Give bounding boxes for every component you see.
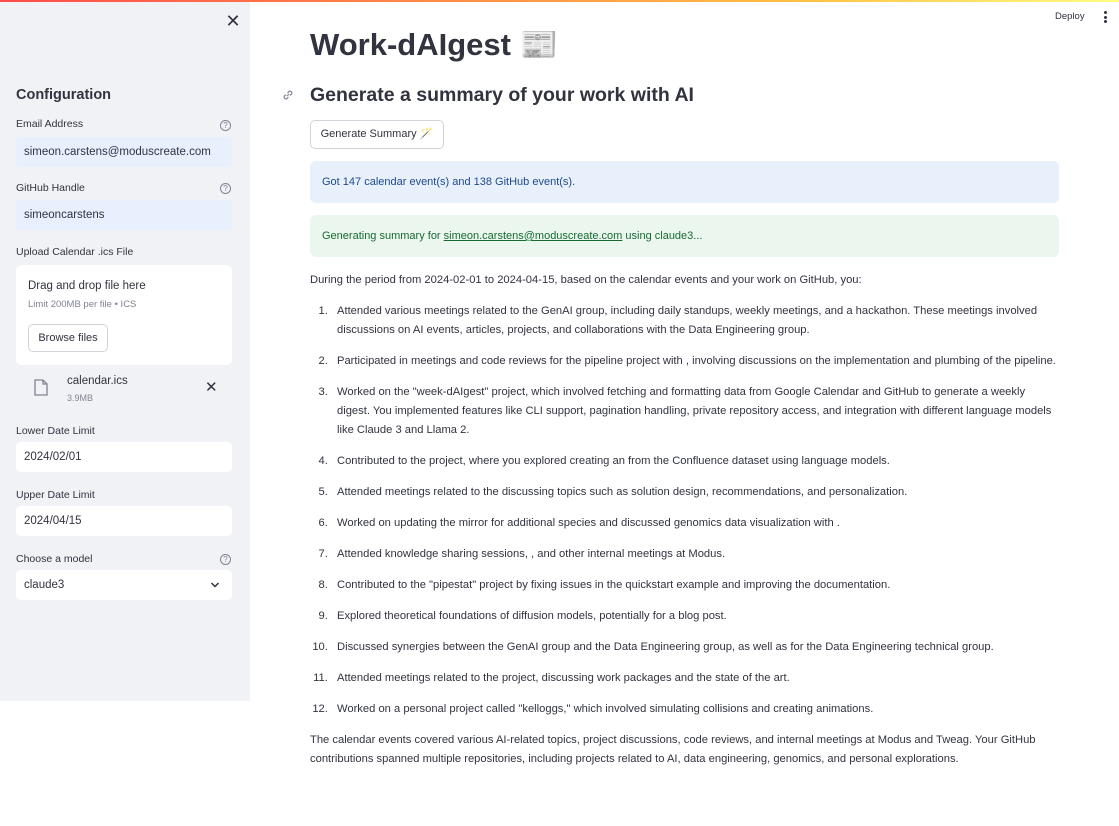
lower-date-label: Lower Date Limit: [16, 425, 95, 437]
list-item: Worked on updating the mirror for additi…: [331, 514, 1059, 533]
page-title: Work-dAIgest 📰: [310, 27, 559, 62]
email-field[interactable]: simeon.carstens@moduscreate.com: [16, 137, 232, 167]
file-dropzone[interactable]: Drag and drop file here Limit 200MB per …: [16, 265, 232, 365]
list-item: Attended meetings related to the discuss…: [331, 483, 1059, 502]
upper-date-label: Upper Date Limit: [16, 489, 95, 501]
list-item: Attended knowledge sharing sessions, , a…: [331, 545, 1059, 564]
sidebar: ✕ Configuration Email Address ? simeon.c…: [0, 2, 250, 701]
model-label: Choose a model: [16, 553, 93, 565]
list-item: Worked on the "week-dAIgest" project, wh…: [331, 383, 1059, 440]
list-item: Attended various meetings related to the…: [331, 302, 1059, 340]
list-item: Attended meetings related to the project…: [331, 669, 1059, 688]
list-item: Contributed to the "pipestat" project by…: [331, 576, 1059, 595]
chevron-down-icon: [210, 582, 220, 588]
sidebar-title: Configuration: [16, 87, 112, 103]
generate-summary-button[interactable]: Generate Summary 🪄: [310, 120, 444, 149]
browse-files-button[interactable]: Browse files: [28, 324, 108, 352]
dropzone-limit: Limit 200MB per file • ICS: [28, 299, 137, 310]
summary-content: During the period from 2024-02-01 to 202…: [310, 271, 1059, 769]
summary-closing: The calendar events covered various AI-r…: [310, 734, 1036, 765]
main-menu-icon[interactable]: [1104, 11, 1108, 24]
list-item: Discussed synergies between the GenAI gr…: [331, 638, 1059, 657]
file-icon: [34, 379, 48, 396]
success-suffix: using claude3...: [622, 230, 703, 242]
github-label: GitHub Handle: [16, 182, 85, 194]
uploaded-file-name: calendar.ics: [67, 375, 128, 387]
lower-date-input[interactable]: 2024/02/01: [16, 442, 232, 472]
info-alert: Got 147 calendar event(s) and 138 GitHub…: [310, 161, 1059, 203]
model-help-icon[interactable]: ?: [220, 554, 231, 565]
deploy-button[interactable]: Deploy: [1055, 11, 1085, 22]
close-sidebar-icon[interactable]: ✕: [224, 12, 242, 30]
github-help-icon[interactable]: ?: [220, 183, 231, 194]
list-item: Worked on a personal project called "kel…: [331, 700, 1059, 719]
dropzone-title: Drag and drop file here: [28, 280, 146, 292]
email-help-icon[interactable]: ?: [220, 120, 231, 131]
success-prefix: Generating summary for: [322, 230, 444, 242]
uploaded-file-size: 3.9MB: [67, 393, 94, 403]
success-email-link[interactable]: simeon.carstens@moduscreate.com: [444, 230, 623, 242]
list-item: Participated in meetings and code review…: [331, 352, 1059, 371]
github-field[interactable]: simeoncarstens: [16, 200, 232, 230]
summary-list: Attended various meetings related to the…: [310, 302, 1059, 719]
section-subheader: Generate a summary of your work with AI: [310, 84, 694, 106]
summary-intro: During the period from 2024-02-01 to 202…: [310, 274, 862, 286]
email-label: Email Address: [16, 118, 84, 130]
remove-file-icon[interactable]: ✕: [205, 380, 218, 395]
list-item: Contributed to the project, where you ex…: [331, 452, 1059, 471]
list-item: Explored theoretical foundations of diff…: [331, 607, 1059, 626]
link-icon[interactable]: [281, 88, 295, 102]
success-alert: Generating summary for simeon.carstens@m…: [310, 215, 1059, 257]
model-select[interactable]: claude3: [16, 570, 232, 600]
upper-date-input[interactable]: 2024/04/15: [16, 506, 232, 536]
upload-label: Upload Calendar .ics File: [16, 246, 134, 258]
